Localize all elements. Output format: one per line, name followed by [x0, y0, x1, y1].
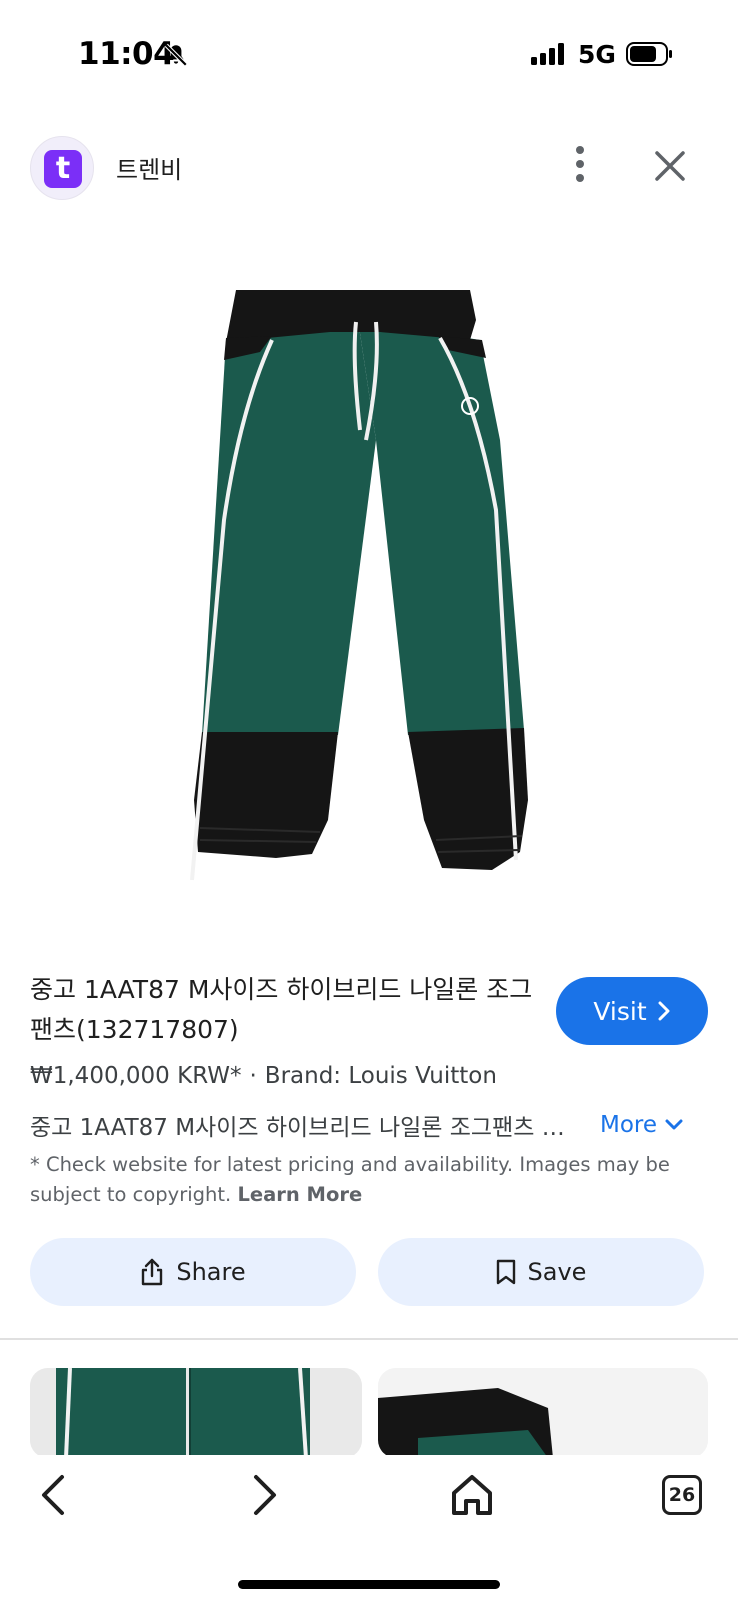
network-type: 5G	[578, 40, 616, 69]
forward-icon[interactable]	[244, 1471, 284, 1519]
save-label: Save	[527, 1258, 587, 1286]
share-icon	[142, 1258, 163, 1286]
related-image[interactable]	[30, 1368, 362, 1458]
signal-icon	[531, 43, 564, 65]
visit-button[interactable]: Visit	[556, 977, 708, 1045]
price: ₩1,400,000 KRW*	[30, 1063, 242, 1089]
source-header: t 트렌비	[0, 130, 738, 210]
site-logo-letter: t	[44, 150, 82, 188]
battery-icon	[626, 42, 672, 66]
site-logo[interactable]: t	[30, 136, 94, 200]
home-indicator	[238, 1580, 500, 1589]
bell-off-icon	[164, 43, 188, 67]
back-icon[interactable]	[34, 1471, 74, 1519]
chevron-right-icon	[658, 1001, 670, 1021]
description-row: 중고 1AAT87 M사이즈 하이브리드 나일론 조그팬츠 … More	[30, 1108, 710, 1142]
visit-label: Visit	[593, 996, 647, 1026]
product-title[interactable]: 중고 1AAT87 M사이즈 하이브리드 나일론 조그팬츠(132717807)	[30, 970, 550, 1050]
more-vert-icon[interactable]	[560, 140, 600, 188]
site-name[interactable]: 트렌비	[116, 150, 182, 185]
related-image[interactable]	[378, 1368, 708, 1458]
brand: Brand: Louis Vuitton	[264, 1063, 497, 1089]
learn-more-link[interactable]: Learn More	[237, 1183, 362, 1206]
home-icon[interactable]	[450, 1471, 494, 1519]
tabs-button[interactable]: 26	[662, 1475, 702, 1515]
save-button[interactable]: Save	[378, 1238, 704, 1306]
product-image[interactable]	[180, 280, 560, 900]
disclaimer: * Check website for latest pricing and a…	[30, 1150, 710, 1210]
separator: ·	[249, 1063, 257, 1089]
status-time: 11:04	[78, 36, 175, 72]
close-icon[interactable]	[648, 144, 692, 188]
more-label: More	[600, 1112, 658, 1138]
bottom-nav: 26	[0, 1455, 738, 1600]
related-image-graphic	[378, 1368, 708, 1458]
bookmark-icon	[496, 1259, 515, 1285]
divider	[0, 1338, 738, 1340]
more-button[interactable]: More	[600, 1112, 683, 1138]
share-label: Share	[176, 1258, 246, 1286]
price-brand-row: ₩1,400,000 KRW* · Brand: Louis Vuitton	[30, 1063, 497, 1089]
related-image-graphic	[30, 1368, 362, 1458]
status-bar: 11:04 5G	[0, 0, 738, 100]
chevron-down-icon	[665, 1119, 683, 1130]
share-button[interactable]: Share	[30, 1238, 356, 1306]
description: 중고 1AAT87 M사이즈 하이브리드 나일론 조그팬츠 …	[30, 1115, 565, 1141]
